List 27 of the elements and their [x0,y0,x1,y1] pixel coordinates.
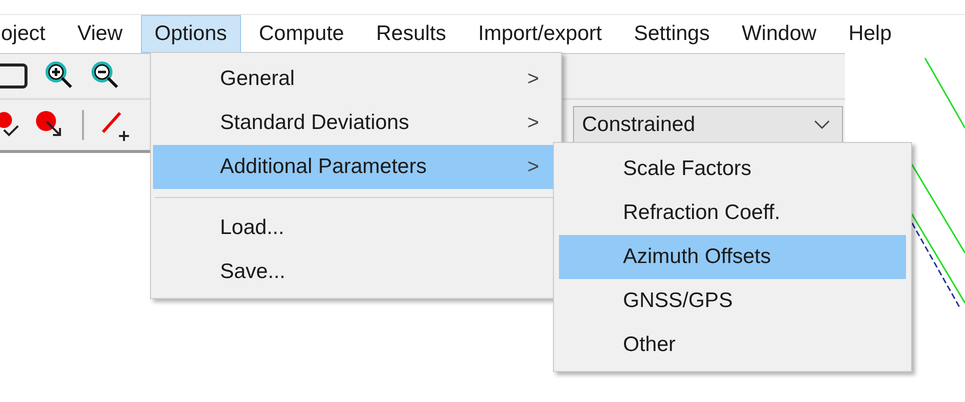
menu-item-label: Additional Parameters [220,155,427,179]
menu-item[interactable]: Help [834,15,906,53]
menu-item[interactable]: View [63,15,136,53]
menu-item[interactable]: Window [728,15,830,53]
menu-item[interactable]: Other [559,323,906,367]
menu-item[interactable]: Compute [244,15,358,53]
dropdown-value: Constrained [582,113,696,137]
submenu-arrow: > [527,156,539,178]
menu-item[interactable]: Settings [620,15,724,53]
menu-item[interactable]: Azimuth Offsets [559,235,906,279]
submenu-arrow: > [527,68,539,90]
submenu-arrow: > [527,112,539,134]
menu-item-label: Load... [220,216,284,240]
chevron-down-icon [814,120,830,130]
mode-dropdown[interactable]: Constrained [573,106,843,144]
menu-item[interactable]: Standard Deviations > [153,101,559,145]
menu-item-label: Standard Deviations [220,111,410,135]
menu-item[interactable]: oject [0,15,60,53]
menu-item[interactable]: GNSS/GPS [559,279,906,323]
menu-item[interactable]: Results [362,15,460,53]
menu-item-label: Save... [220,260,286,284]
menu-item[interactable]: Refraction Coeff. [559,191,906,235]
menu-item[interactable]: General > [153,57,559,101]
menu-item[interactable]: Scale Factors [559,147,906,191]
menu-item-label: General [220,67,295,91]
menu-item[interactable]: Import/export [464,15,616,53]
menu-item[interactable]: Options [140,15,241,53]
